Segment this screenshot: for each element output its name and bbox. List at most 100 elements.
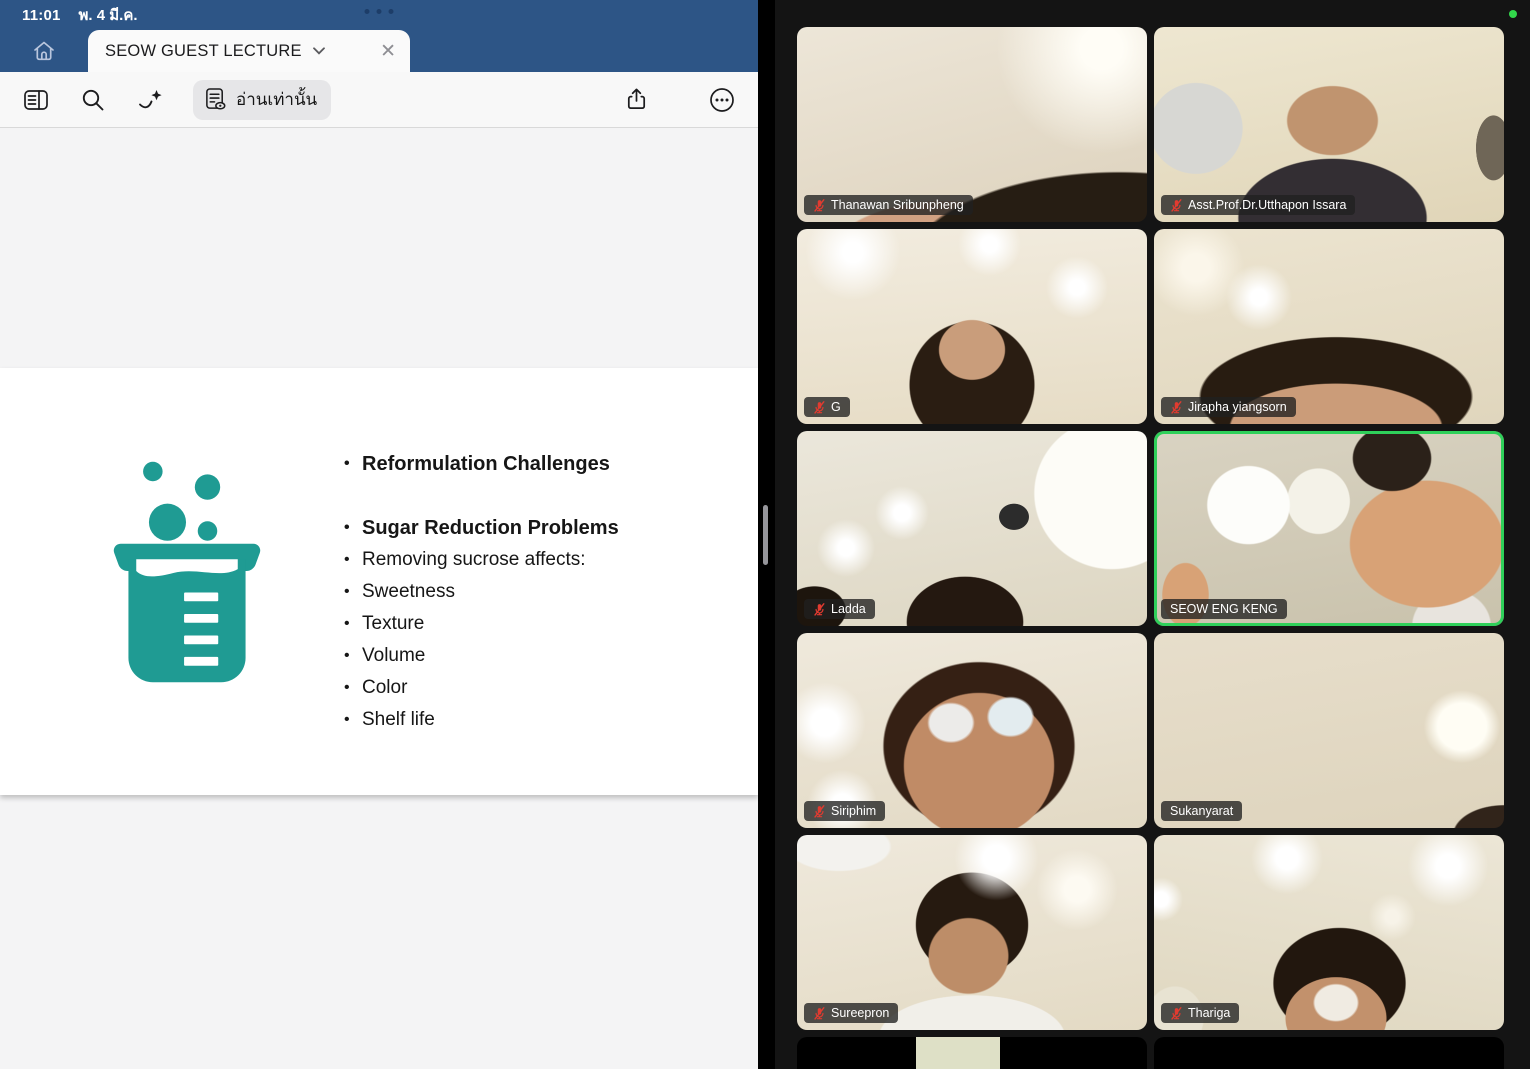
video-tile-partial[interactable]: [797, 1037, 1147, 1069]
clock: 11:01: [22, 7, 61, 24]
video-tile[interactable]: Jirapha yiangsorn: [1154, 229, 1504, 424]
ink-sparkle-icon: [137, 87, 163, 113]
participant-name-label: SEOW ENG KENG: [1161, 599, 1287, 619]
participant-name: G: [831, 400, 841, 414]
bullet-text: Removing sucrose affects:: [362, 544, 586, 576]
participant-name-label: Thariga: [1161, 1003, 1239, 1023]
bullet-text: Shelf life: [362, 704, 435, 736]
beaker-icon: [99, 450, 275, 694]
bullet-glyph: •: [344, 672, 362, 704]
bullet-glyph: •: [344, 608, 362, 640]
video-tile[interactable]: Sureepron: [797, 835, 1147, 1030]
draw-button[interactable]: [136, 86, 164, 114]
bullet-glyph: •: [344, 512, 362, 544]
bullet-text: Reformulation Challenges: [362, 448, 610, 480]
muted-mic-icon: [1170, 401, 1183, 414]
participant-grid: Thanawan Sribunpheng Asst.Prof.Dr.Utthapo…: [775, 0, 1530, 1069]
bullet-text: Volume: [362, 640, 425, 672]
chevron-down-icon[interactable]: [313, 47, 325, 55]
video-tile[interactable]: Thariga: [1154, 835, 1504, 1030]
ellipsis-circle-icon: [709, 87, 735, 113]
bullet-list: •Reformulation Challenges•Sugar Reductio…: [344, 446, 619, 795]
split-view-divider: [758, 0, 775, 1069]
tab-bar: SEOW GUEST LECTURE ✕: [0, 30, 758, 72]
bullet-text: Color: [362, 672, 407, 704]
share-button[interactable]: [622, 86, 650, 114]
split-view-drag-handle[interactable]: [763, 505, 768, 565]
participant-name-label: Sukanyarat: [1161, 801, 1242, 821]
participant-name: Thanawan Sribunpheng: [831, 198, 964, 212]
participant-name-label: Sureepron: [804, 1003, 898, 1023]
bullet-item: •Texture: [344, 608, 619, 640]
participant-name-label: Ladda: [804, 599, 875, 619]
bullet-item: •Sugar Reduction Problems: [344, 512, 619, 544]
document-toolbar: อ่านเท่านั้น: [0, 72, 758, 128]
video-tile[interactable]: Asst.Prof.Dr.Utthapon Issara: [1154, 27, 1504, 222]
mobile-view-icon: [23, 87, 49, 113]
bullet-text: Sugar Reduction Problems: [362, 512, 619, 544]
bullet-item: •Color: [344, 672, 619, 704]
video-tile[interactable]: Ladda: [797, 431, 1147, 626]
muted-mic-icon: [813, 805, 826, 818]
participant-name-label: Siriphim: [804, 801, 885, 821]
read-only-doc-icon: [204, 87, 227, 112]
search-button[interactable]: [79, 86, 107, 114]
tab-document[interactable]: SEOW GUEST LECTURE ✕: [88, 30, 410, 72]
mobile-view-button[interactable]: [22, 86, 50, 114]
slide-page: •Reformulation Challenges•Sugar Reductio…: [0, 368, 758, 795]
muted-mic-icon: [813, 199, 826, 212]
bullet-item: •Shelf life: [344, 704, 619, 736]
muted-mic-icon: [813, 603, 826, 616]
bullet-glyph: •: [344, 448, 362, 480]
muted-mic-icon: [813, 401, 826, 414]
bullet-glyph: •: [344, 640, 362, 672]
participant-name-label: Jirapha yiangsorn: [1161, 397, 1296, 417]
participant-name-label: G: [804, 397, 850, 417]
bullet-text: Texture: [362, 608, 424, 640]
muted-mic-icon: [813, 1007, 826, 1020]
home-button[interactable]: [31, 38, 57, 64]
bullet-glyph: •: [344, 544, 362, 576]
share-icon: [624, 87, 649, 112]
tab-title: SEOW GUEST LECTURE: [105, 42, 302, 61]
participant-name-label: Asst.Prof.Dr.Utthapon Issara: [1161, 195, 1355, 215]
video-tile[interactable]: G: [797, 229, 1147, 424]
video-tile[interactable]: SEOW ENG KENG: [1154, 431, 1504, 626]
video-tile-partial[interactable]: [1154, 1037, 1504, 1069]
participant-name: Ladda: [831, 602, 866, 616]
participant-name: Siriphim: [831, 804, 876, 818]
slide-graphic: [62, 446, 312, 795]
bullet-item: •Reformulation Challenges: [344, 448, 619, 480]
participant-name: Sukanyarat: [1170, 804, 1233, 818]
multitask-indicator-icon[interactable]: [365, 9, 394, 14]
video-tile[interactable]: Siriphim: [797, 633, 1147, 828]
bullet-item: •Removing sucrose affects:: [344, 544, 619, 576]
read-only-button[interactable]: อ่านเท่านั้น: [193, 80, 331, 120]
search-icon: [80, 87, 106, 113]
participant-name-label: Thanawan Sribunpheng: [804, 195, 973, 215]
bullet-item: •Volume: [344, 640, 619, 672]
home-icon: [31, 38, 57, 64]
tab-close-icon[interactable]: ✕: [380, 42, 396, 61]
participant-name: Jirapha yiangsorn: [1188, 400, 1287, 414]
participant-name: Thariga: [1188, 1006, 1230, 1020]
video-tile[interactable]: Thanawan Sribunpheng: [797, 27, 1147, 222]
document-scroll-area[interactable]: •Reformulation Challenges•Sugar Reductio…: [0, 128, 758, 1069]
read-only-label: อ่านเท่านั้น: [236, 86, 317, 113]
bullet-glyph: •: [344, 704, 362, 736]
participant-name: Sureepron: [831, 1006, 889, 1020]
video-tile[interactable]: Sukanyarat: [1154, 633, 1504, 828]
muted-mic-icon: [1170, 1007, 1183, 1020]
meeting-app-pane: Thanawan Sribunpheng Asst.Prof.Dr.Utthapo…: [775, 0, 1530, 1069]
participant-name: Asst.Prof.Dr.Utthapon Issara: [1188, 198, 1346, 212]
document-app-pane: 11:01 พ. 4 มี.ค. SEOW GUEST LECTURE ✕: [0, 0, 758, 1069]
bullet-text: Sweetness: [362, 576, 455, 608]
more-button[interactable]: [708, 86, 736, 114]
status-date: พ. 4 มี.ค.: [79, 3, 138, 27]
bullet-item: •Sweetness: [344, 576, 619, 608]
camera-active-indicator-icon: [1509, 10, 1517, 18]
bullet-glyph: •: [344, 576, 362, 608]
muted-mic-icon: [1170, 199, 1183, 212]
participant-name: SEOW ENG KENG: [1170, 602, 1278, 616]
status-bar: 11:01 พ. 4 มี.ค.: [0, 0, 758, 30]
